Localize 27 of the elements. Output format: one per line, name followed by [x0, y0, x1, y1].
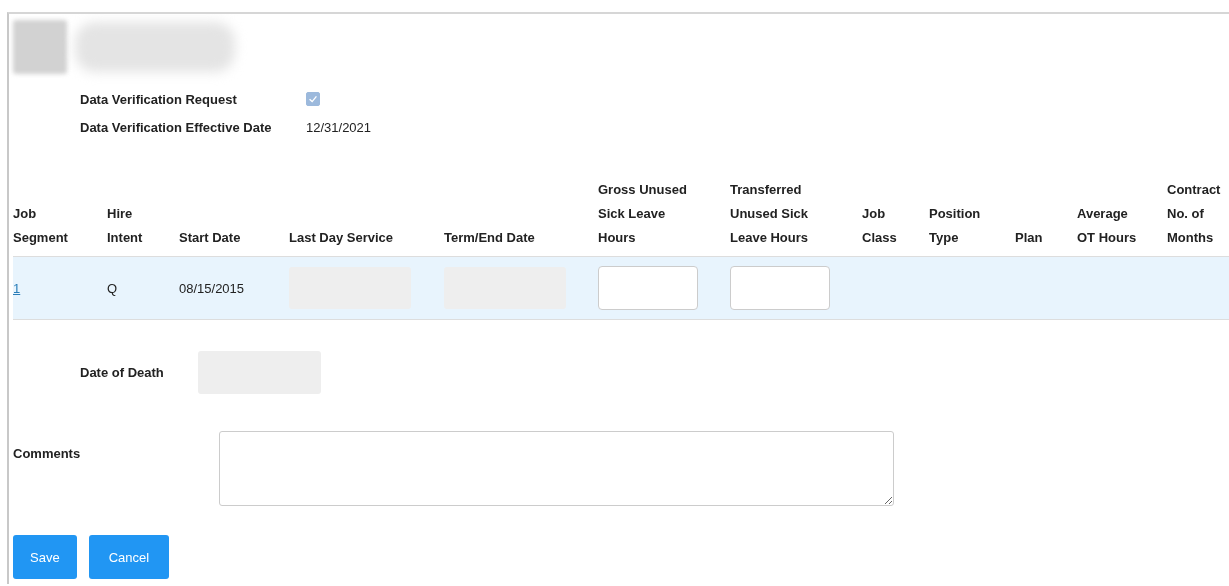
cancel-button[interactable]: Cancel [88, 535, 170, 579]
column-header: Transferred Unused Sick Leave Hours [730, 181, 810, 247]
field-label: Data Verification Request [80, 91, 238, 107]
column-header: Hire Intent [107, 205, 144, 247]
field-label: Date of Death [80, 365, 165, 380]
check-icon [307, 93, 319, 105]
save-button[interactable]: Save [13, 535, 77, 579]
column-header: Average OT Hours [1077, 205, 1137, 247]
column-header: Contract No. of Months [1167, 181, 1222, 247]
column-header: Job Class [862, 205, 898, 247]
column-header: Position Type [929, 205, 982, 247]
column-header: Last Day Service [289, 229, 395, 247]
comments-field[interactable] [219, 431, 894, 506]
column-header: Plan [1015, 229, 1044, 247]
column-header: Start Date [179, 229, 242, 247]
field-label: Comments [13, 445, 82, 463]
column-header: Term/End Date [444, 229, 536, 247]
hours-input-field[interactable] [598, 266, 698, 310]
avatar-icon [13, 20, 67, 74]
field-value: 12/31/2021 [306, 119, 372, 135]
column-header: Job Segment [13, 205, 69, 247]
table-cell: 08/15/2015 [179, 280, 245, 296]
field-label: Data Verification Effective Date [80, 119, 273, 135]
segment-link[interactable]: 1 [13, 280, 21, 296]
table-cell: Q [107, 280, 118, 296]
column-header: Gross Unused Sick Leave Hours [598, 181, 688, 247]
hours-input-field[interactable] [730, 266, 830, 310]
